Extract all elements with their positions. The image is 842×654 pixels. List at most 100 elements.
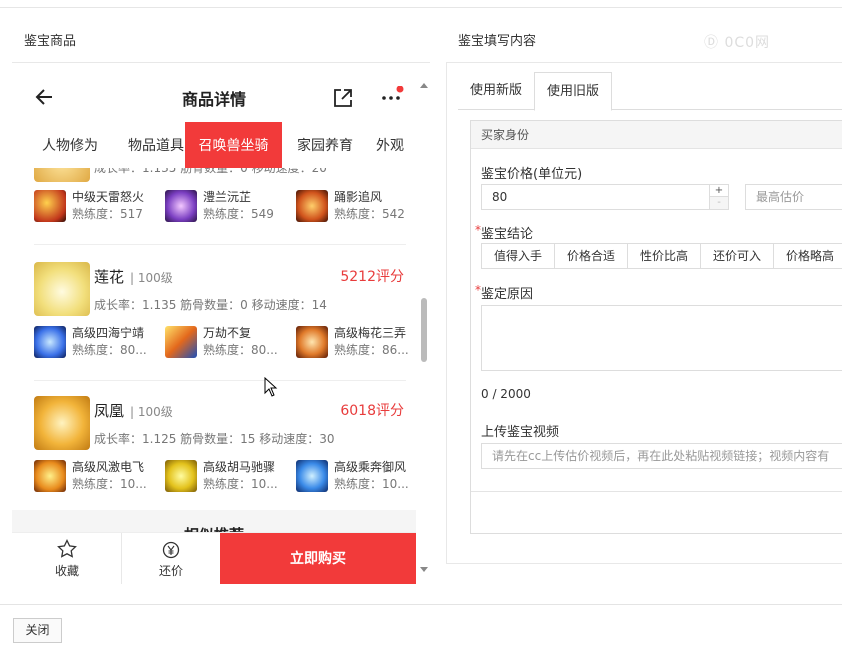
- page-title: 商品详情: [181, 90, 246, 109]
- preview-scrollbar[interactable]: [418, 80, 430, 576]
- tab-appearance[interactable]: 外观: [368, 122, 412, 168]
- price-input[interactable]: 80: [481, 184, 721, 210]
- skill-name: 澧兰沅芷: [203, 190, 252, 204]
- beast-image: [34, 262, 90, 316]
- conclusion-option[interactable]: 值得入手: [481, 243, 555, 269]
- partial-beast-stats: 成长率：1.135 筋骨数量：0 移动速度：20: [94, 168, 327, 175]
- skill-icon: [296, 190, 328, 222]
- skill-proficiency: 熟练度：542: [334, 207, 405, 221]
- beast-name: 莲花: [94, 268, 125, 286]
- left-title-divider: [12, 62, 430, 63]
- skill-name: 高级梅花三弄: [334, 326, 407, 340]
- skill-name: 高级风激电飞: [72, 460, 145, 474]
- product-detail-preview: 商品详情 人物修为 物品道具 召唤兽坐骑 家园养育 外观 成长率：1.135 筋…: [12, 72, 416, 584]
- tab-old-version[interactable]: 使用旧版: [534, 72, 613, 111]
- skill-name: 万劫不复: [203, 326, 252, 340]
- beast-level: | 100级: [130, 271, 173, 285]
- reason-label-text: 鉴定原因: [481, 287, 534, 302]
- char-counter: 0 / 2000: [481, 387, 531, 401]
- phone-footer: 收藏 还价 立即购买: [12, 532, 416, 584]
- beast-level: | 100级: [130, 405, 173, 419]
- skill-item: 高级风激电飞 熟练度：10...: [34, 458, 164, 494]
- skill-proficiency: 熟练度：80...: [72, 343, 147, 357]
- skill-name: 高级胡马驰骤: [203, 460, 276, 474]
- more-icon[interactable]: [378, 86, 404, 108]
- conclusion-label-text: 鉴宝结论: [481, 227, 534, 242]
- conclusion-option[interactable]: 性价比高: [627, 243, 701, 269]
- bargain-button[interactable]: 还价: [122, 533, 220, 584]
- skill-item: 中级天雷怒火 熟练度：517: [34, 188, 164, 224]
- skill-proficiency: 熟练度：517: [72, 207, 143, 221]
- required-mark: *: [475, 283, 481, 297]
- category-tabs: 人物修为 物品道具 召唤兽坐骑 家园养育 外观: [12, 122, 416, 168]
- right-panel-border: [446, 62, 447, 564]
- scrollbar-thumb: [421, 298, 427, 362]
- skill-icon: [34, 460, 66, 492]
- conclusion-label: * 鉴宝结论: [475, 223, 534, 242]
- top-bar: [0, 0, 842, 8]
- buy-now-button[interactable]: 立即购买: [220, 533, 416, 584]
- form-footer-divider: [471, 491, 842, 492]
- video-link-input[interactable]: 请先在cc上传估价视频后，再在此处粘贴视频链接；视频内容有: [481, 443, 842, 469]
- row-divider: [34, 244, 406, 245]
- conclusion-option[interactable]: 价格合适: [554, 243, 628, 269]
- skill-proficiency: 熟练度：549: [203, 207, 274, 221]
- price-label: 鉴宝价格(单位元): [481, 167, 583, 182]
- video-label: 上传鉴宝视频: [481, 425, 560, 440]
- skill-icon: [34, 190, 66, 222]
- star-icon: [57, 539, 77, 558]
- skill-icon: [296, 460, 328, 492]
- reason-label: * 鉴定原因: [475, 283, 534, 302]
- bargain-label: 还价: [158, 564, 183, 578]
- partial-beast-image: [34, 168, 90, 182]
- beast-score: 5212评分: [340, 269, 404, 285]
- tab-character[interactable]: 人物修为: [24, 122, 116, 168]
- skill-proficiency: 熟练度：10...: [203, 477, 278, 491]
- right-title-divider: [446, 62, 842, 63]
- appraisal-form: 买家身份 鉴宝价格(单位元) 80 + - 最高估价 * 鉴宝结论 值得入手 价格…: [470, 120, 842, 534]
- share-icon[interactable]: [332, 87, 354, 109]
- skill-icon: [165, 326, 197, 358]
- tab-new-version[interactable]: 使用新版: [458, 72, 534, 110]
- skill-item: 高级四海宁靖 熟练度：80...: [34, 324, 164, 360]
- close-button[interactable]: 关闭: [13, 618, 62, 643]
- skill-proficiency: 熟练度：86...: [334, 343, 409, 357]
- required-mark: *: [475, 223, 481, 237]
- skill-name: 踊影追风: [334, 190, 383, 204]
- skill-icon: [34, 326, 66, 358]
- skill-name: 高级乘奔御风: [334, 460, 407, 474]
- skill-item: 踊影追风 熟练度：542: [296, 188, 416, 224]
- right-panel-title: 鉴宝填写内容: [458, 34, 537, 49]
- buyer-identity-header: 买家身份: [471, 121, 842, 149]
- tab-homeland[interactable]: 家园养育: [288, 122, 362, 168]
- skill-item: 澧兰沅芷 熟练度：549: [165, 188, 295, 224]
- tab-summons-mounts[interactable]: 召唤兽坐骑: [185, 122, 282, 168]
- skill-proficiency: 熟练度：10...: [72, 477, 147, 491]
- skill-proficiency: 熟练度：80...: [203, 343, 278, 357]
- phone-header: 商品详情: [12, 72, 416, 122]
- collect-label: 收藏: [54, 564, 79, 578]
- skill-name: 中级天雷怒火: [72, 190, 145, 204]
- beast-list[interactable]: 成长率：1.135 筋骨数量：0 移动速度：20 中级天雷怒火 熟练度：517 …: [12, 168, 416, 534]
- skill-proficiency: 熟练度：10...: [334, 477, 409, 491]
- collect-button[interactable]: 收藏: [12, 533, 122, 584]
- version-tabs: 使用新版 使用旧版: [458, 72, 842, 111]
- conclusion-option[interactable]: 价格略高: [773, 243, 842, 269]
- dialog-footer-divider: [0, 604, 842, 605]
- mouse-cursor-icon: [264, 377, 278, 397]
- right-panel-bottom-border: [446, 563, 842, 564]
- skill-icon: [165, 190, 197, 222]
- left-panel-title: 鉴宝商品: [24, 34, 77, 49]
- reason-textarea[interactable]: [481, 305, 842, 371]
- skill-name: 高级四海宁靖: [72, 326, 145, 340]
- max-estimate-input[interactable]: 最高估价: [745, 184, 842, 210]
- decrement-icon[interactable]: -: [710, 197, 728, 209]
- skill-item: 高级胡马驰骤 熟练度：10...: [165, 458, 295, 494]
- skill-item: 高级乘奔御风 熟练度：10...: [296, 458, 416, 494]
- conclusion-option[interactable]: 还价可入: [700, 243, 774, 269]
- skill-item: 高级梅花三弄 熟练度：86...: [296, 324, 416, 360]
- skill-icon: [296, 326, 328, 358]
- beast-stats: 成长率：1.125 筋骨数量：15 移动速度：30: [94, 432, 335, 446]
- price-stepper[interactable]: + -: [709, 184, 729, 210]
- increment-icon[interactable]: +: [710, 185, 728, 197]
